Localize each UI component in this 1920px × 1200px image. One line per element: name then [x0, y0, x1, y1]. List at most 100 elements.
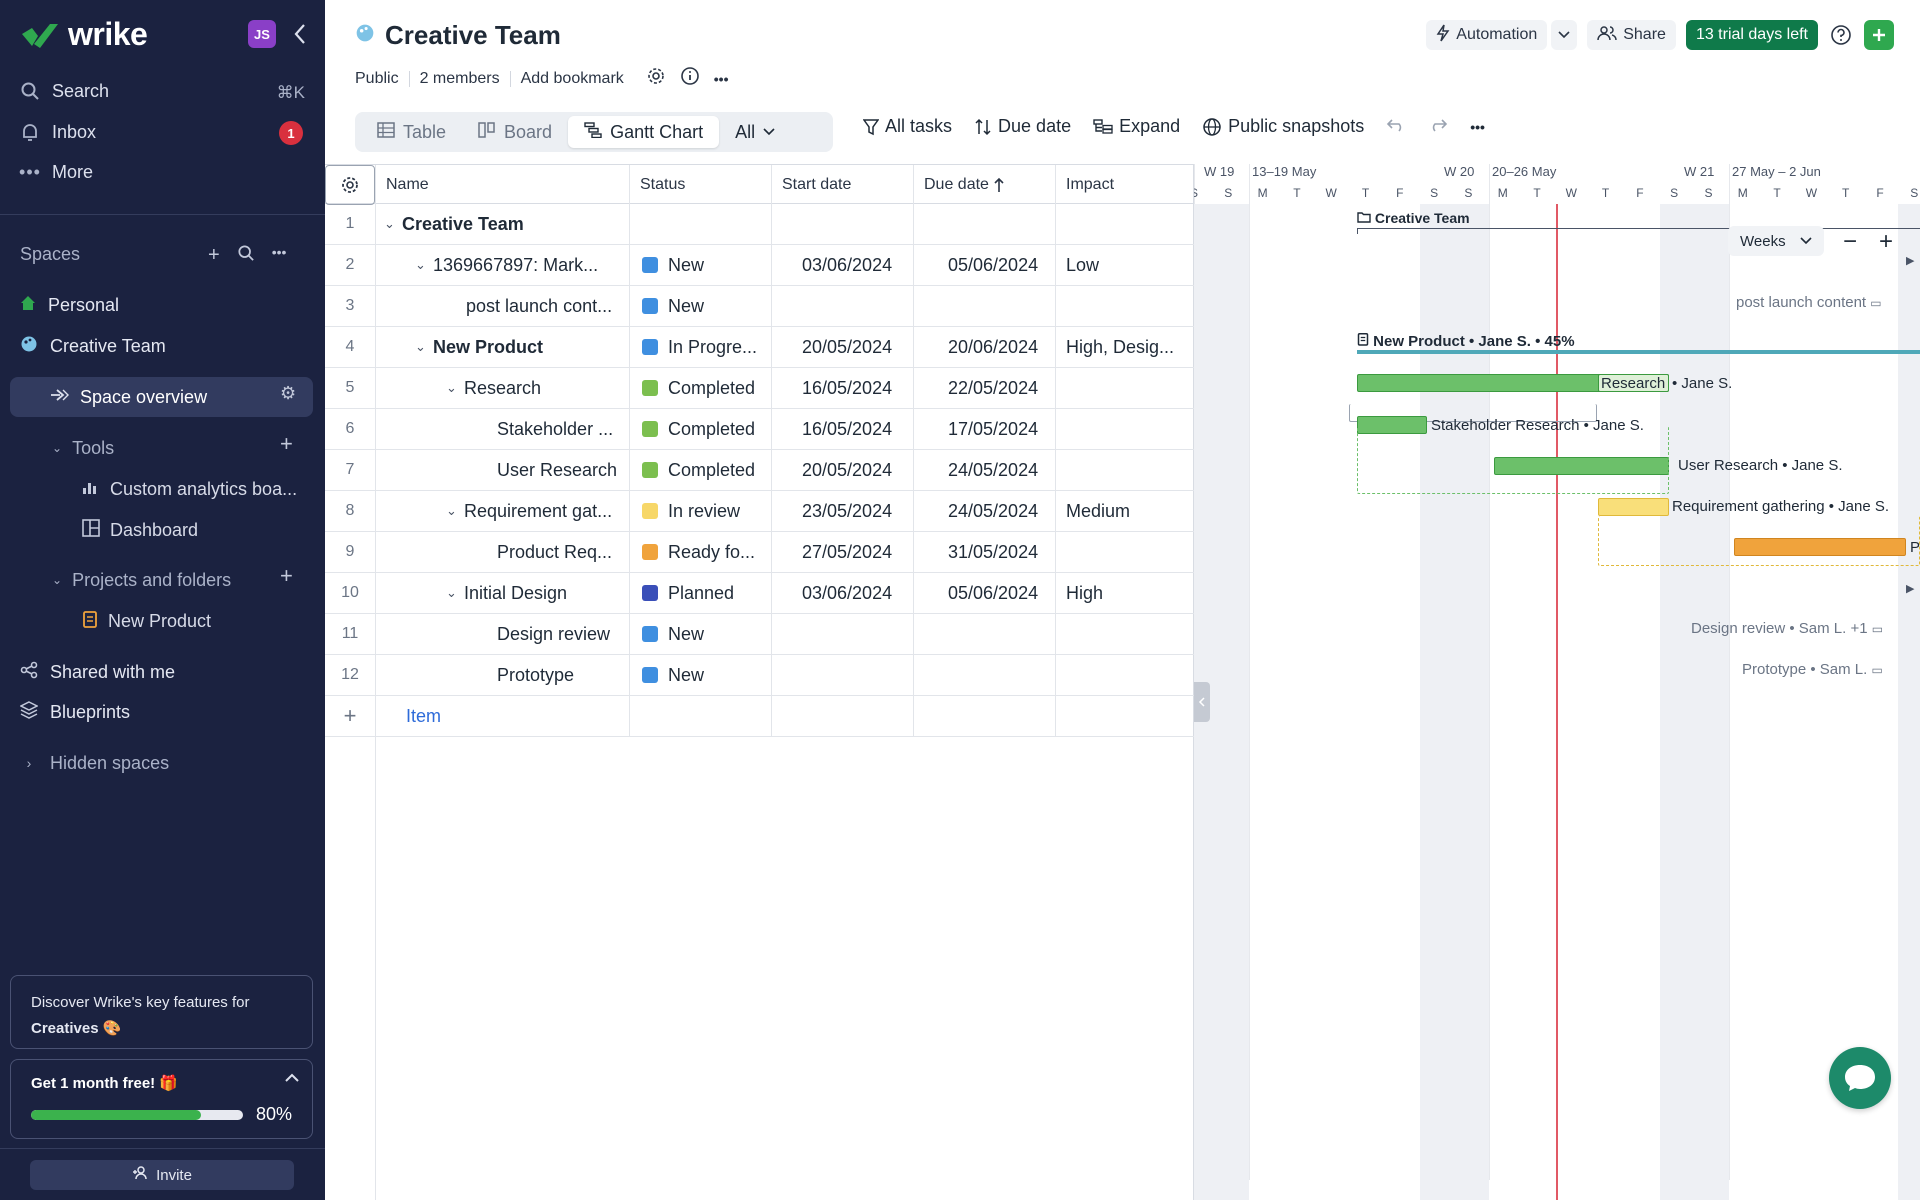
- start-date-cell[interactable]: [771, 286, 913, 326]
- requirement-bar[interactable]: [1598, 498, 1669, 516]
- impact-cell[interactable]: High: [1055, 573, 1194, 613]
- status-cell[interactable]: [629, 204, 771, 244]
- search-button[interactable]: Search: [20, 76, 109, 106]
- free-month-card[interactable]: Get 1 month free! 🎁 80%: [10, 1059, 313, 1139]
- chevron-down-icon[interactable]: ⌄: [446, 503, 464, 519]
- zoom-in-button[interactable]: +: [1872, 228, 1900, 256]
- start-date-cell[interactable]: 20/05/2024: [771, 327, 913, 367]
- add-space-icon[interactable]: +: [208, 244, 220, 267]
- table-row[interactable]: 8 ⌄ Requirement gat... In review 23/05/2024 2…: [325, 491, 1194, 532]
- status-cell[interactable]: Completed: [629, 450, 771, 490]
- page-title[interactable]: Creative Team: [385, 20, 561, 51]
- due-date-cell[interactable]: [913, 286, 1055, 326]
- add-item-label[interactable]: Item: [375, 696, 629, 736]
- impact-cell[interactable]: [1055, 532, 1194, 572]
- chevron-up-icon[interactable]: [284, 1070, 300, 1088]
- task-name-cell[interactable]: Stakeholder ...: [375, 409, 629, 449]
- chevron-down-icon[interactable]: ⌄: [446, 380, 464, 396]
- product-req-bar[interactable]: [1734, 538, 1906, 556]
- status-cell[interactable]: New: [629, 614, 771, 654]
- sidebar-item-hidden-spaces[interactable]: › Hidden spaces: [20, 748, 169, 778]
- start-date-cell[interactable]: 27/05/2024: [771, 532, 913, 572]
- impact-cell[interactable]: Low: [1055, 245, 1194, 285]
- new-product-bar[interactable]: [1357, 350, 1920, 354]
- due-date-cell[interactable]: 17/05/2024: [913, 409, 1055, 449]
- toolbar-more-icon[interactable]: •••: [1470, 119, 1485, 135]
- column-header-impact[interactable]: Impact: [1055, 165, 1194, 205]
- sort-due-date-button[interactable]: Due date: [974, 116, 1071, 137]
- add-new-button[interactable]: [1864, 20, 1894, 50]
- task-name-cell[interactable]: post launch cont...: [375, 286, 629, 326]
- timescale-select[interactable]: Weeks: [1728, 226, 1824, 256]
- redo-icon[interactable]: [1428, 116, 1448, 137]
- tab-gantt-chart[interactable]: Gantt Chart: [568, 116, 720, 148]
- column-header-due-date[interactable]: Due date: [913, 165, 1055, 205]
- start-date-cell[interactable]: 03/06/2024: [771, 245, 913, 285]
- chat-support-button[interactable]: [1829, 1047, 1891, 1109]
- status-cell[interactable]: New: [629, 286, 771, 326]
- impact-cell[interactable]: [1055, 614, 1194, 654]
- due-date-cell[interactable]: 24/05/2024: [913, 450, 1055, 490]
- chevron-down-icon[interactable]: ⌄: [415, 257, 433, 273]
- settings-icon[interactable]: [646, 66, 666, 91]
- tab-board[interactable]: Board: [462, 116, 568, 148]
- task-name-cell[interactable]: User Research: [375, 450, 629, 490]
- impact-cell[interactable]: Medium: [1055, 491, 1194, 531]
- space-overview-row[interactable]: Space overview: [50, 382, 207, 412]
- status-cell[interactable]: New: [629, 245, 771, 285]
- more-actions-icon[interactable]: •••: [714, 71, 729, 87]
- due-date-cell[interactable]: 24/05/2024: [913, 491, 1055, 531]
- chevron-down-icon[interactable]: ⌄: [415, 339, 433, 355]
- due-date-cell[interactable]: 31/05/2024: [913, 532, 1055, 572]
- impact-cell[interactable]: [1055, 368, 1194, 408]
- status-cell[interactable]: New: [629, 655, 771, 695]
- due-date-cell[interactable]: 22/05/2024: [913, 368, 1055, 408]
- table-row[interactable]: 6 Stakeholder ... Completed 16/05/2024 17/05…: [325, 409, 1194, 450]
- projects-section[interactable]: ⌄ Projects and folders: [52, 565, 231, 595]
- due-date-cell[interactable]: 05/06/2024: [913, 573, 1055, 613]
- task-name-cell[interactable]: Design review: [375, 614, 629, 654]
- zoom-out-button[interactable]: −: [1836, 228, 1864, 256]
- tab-all-views[interactable]: All: [719, 116, 791, 148]
- start-date-cell[interactable]: 23/05/2024: [771, 491, 913, 531]
- table-row[interactable]: 4 ⌄ New Product In Progre... 20/05/2024 20/06…: [325, 327, 1194, 368]
- due-date-cell[interactable]: 05/06/2024: [913, 245, 1055, 285]
- add-project-icon[interactable]: +: [280, 563, 293, 589]
- start-date-cell[interactable]: 03/06/2024: [771, 573, 913, 613]
- collapse-sidebar-button[interactable]: [288, 20, 312, 48]
- expand-button[interactable]: Expand: [1093, 116, 1180, 137]
- add-item-icon[interactable]: +: [325, 696, 375, 736]
- tab-table[interactable]: Table: [361, 116, 462, 148]
- task-name-cell[interactable]: ⌄ Research: [375, 368, 629, 408]
- sidebar-item-personal[interactable]: Personal: [20, 290, 119, 320]
- prototype-label[interactable]: Prototype • Sam L. ▭: [1742, 661, 1883, 678]
- status-cell[interactable]: Planned: [629, 573, 771, 613]
- task-name-cell[interactable]: Prototype: [375, 655, 629, 695]
- task-name-cell[interactable]: ⌄ 1369667897: Mark...: [375, 245, 629, 285]
- user-avatar[interactable]: JS: [248, 20, 276, 48]
- space-settings-icon[interactable]: ⚙: [280, 383, 296, 404]
- start-date-cell[interactable]: [771, 655, 913, 695]
- table-settings-button[interactable]: [325, 165, 375, 205]
- automation-button[interactable]: Automation: [1426, 20, 1548, 50]
- sidebar-item-creative-team[interactable]: Creative Team: [20, 331, 166, 361]
- column-header-start-date[interactable]: Start date: [771, 165, 913, 205]
- inbox-button[interactable]: Inbox: [20, 117, 96, 147]
- table-row[interactable]: 3 post launch cont... New: [325, 286, 1194, 327]
- start-date-cell[interactable]: [771, 204, 913, 244]
- trial-days-button[interactable]: 13 trial days left: [1685, 20, 1818, 50]
- chevron-down-icon[interactable]: ⌄: [384, 216, 402, 232]
- search-spaces-icon[interactable]: [238, 244, 254, 267]
- automation-dropdown-button[interactable]: [1551, 20, 1578, 50]
- start-date-cell[interactable]: 16/05/2024: [771, 409, 913, 449]
- impact-cell[interactable]: [1055, 286, 1194, 326]
- sidebar-item-shared[interactable]: Shared with me: [20, 657, 175, 687]
- table-row[interactable]: 5 ⌄ Research Completed 16/05/2024 22/05/2024: [325, 368, 1194, 409]
- help-icon[interactable]: [1828, 22, 1854, 48]
- table-row[interactable]: 10 ⌄ Initial Design Planned 03/06/2024 05/06/…: [325, 573, 1194, 614]
- post-launch-label[interactable]: post launch content ▭: [1736, 294, 1882, 311]
- sidebar-item-blueprints[interactable]: Blueprints: [19, 697, 130, 727]
- column-header-name[interactable]: Name: [375, 165, 629, 205]
- task-name-cell[interactable]: ⌄ Requirement gat...: [375, 491, 629, 531]
- due-date-cell[interactable]: 20/06/2024: [913, 327, 1055, 367]
